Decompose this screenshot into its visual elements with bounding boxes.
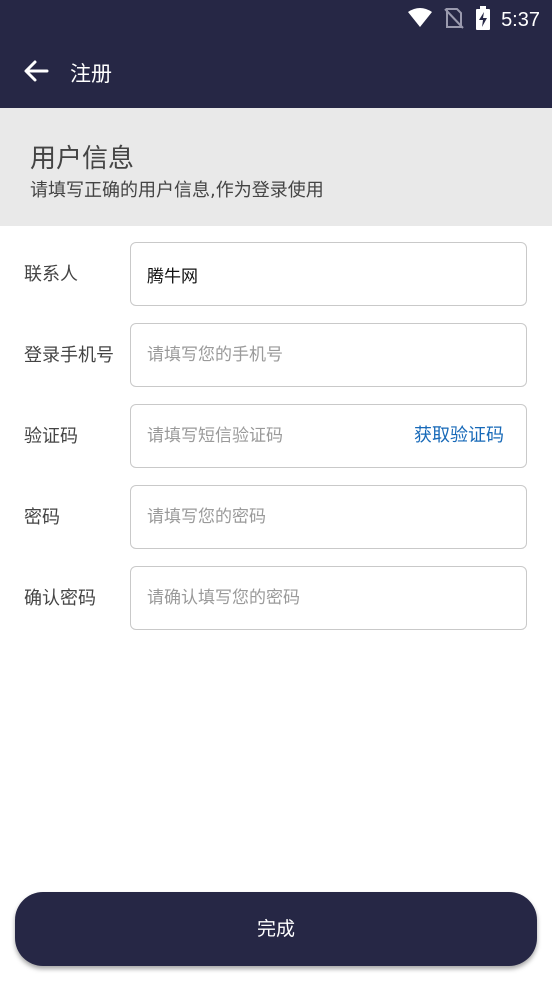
password-row: 密码 [0,485,552,551]
password-field[interactable] [130,485,527,549]
contact-field[interactable] [130,242,527,306]
confirm-password-input[interactable] [147,567,507,629]
user-info-section: 用户信息 请填写正确的用户信息,作为登录使用 [0,108,552,226]
page-title: 注册 [70,62,112,86]
status-bar: 5:37 [407,4,540,36]
contact-input[interactable] [147,243,507,305]
arrow-left-icon [23,59,49,87]
code-field[interactable]: 获取验证码 [130,404,527,468]
contact-row: 联系人 [0,242,552,308]
contact-label: 联系人 [24,264,78,285]
section-heading: 用户信息 [30,144,135,174]
wifi-icon [407,8,433,32]
no-sim-icon [443,7,465,33]
phone-row: 登录手机号 [0,323,552,389]
code-row: 验证码 获取验证码 [0,404,552,470]
back-button[interactable] [16,53,56,93]
code-label: 验证码 [24,426,78,447]
phone-label: 登录手机号 [24,345,114,366]
section-subtitle: 请填写正确的用户信息,作为登录使用 [30,180,324,201]
phone-field[interactable] [130,323,527,387]
code-input[interactable] [147,405,377,467]
phone-input[interactable] [147,324,507,386]
confirm-password-label: 确认密码 [24,588,96,609]
confirm-password-field[interactable] [130,566,527,630]
password-label: 密码 [24,507,60,528]
password-input[interactable] [147,486,507,548]
toolbar: 注册 [0,50,552,96]
get-code-button[interactable]: 获取验证码 [414,405,504,467]
battery-charging-icon [475,6,491,34]
confirm-password-row: 确认密码 [0,566,552,632]
app-header: 5:37 注册 [0,0,552,108]
done-button[interactable]: 完成 [15,892,537,966]
status-time: 5:37 [501,8,540,31]
